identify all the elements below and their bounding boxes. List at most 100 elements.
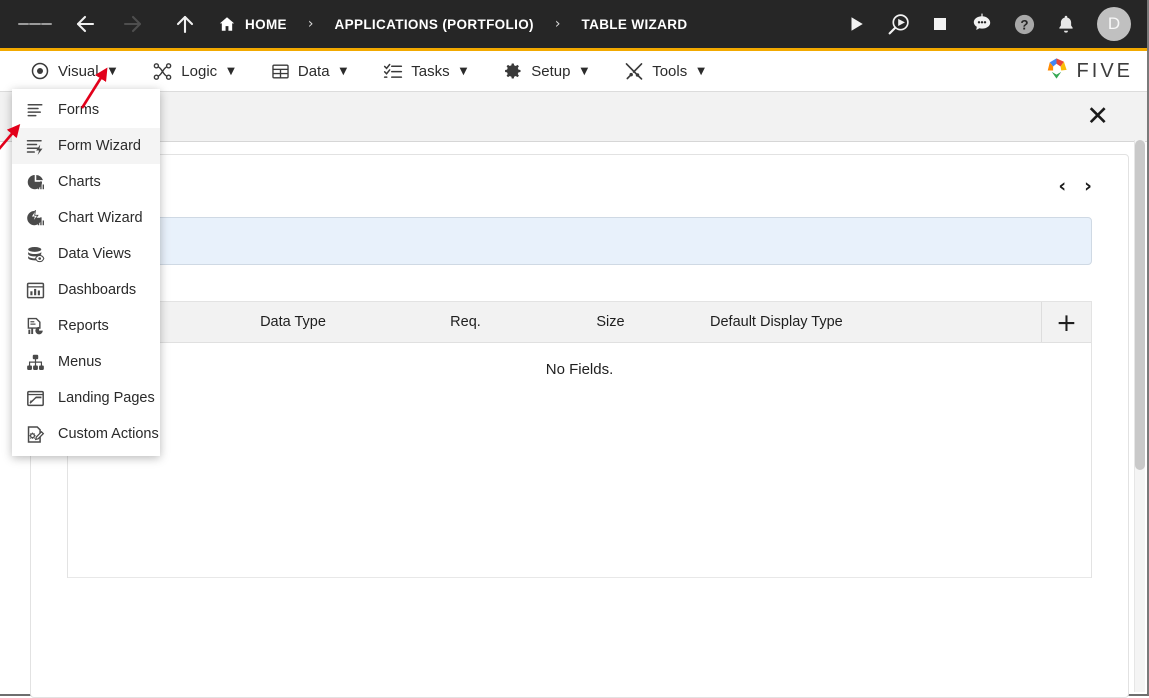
five-brand-logo: FIVE (1043, 55, 1133, 87)
up-arrow-icon[interactable] (168, 7, 202, 41)
fields-grid: Data Type Req. Size Default Display Type… (67, 301, 1092, 578)
empty-state-message: No Fields. (68, 343, 1091, 378)
add-field-button[interactable]: + (1041, 302, 1091, 342)
top-navigation-bar: HOME › APPLICATIONS (PORTFOLIO) › TABLE … (0, 0, 1147, 48)
name-input-label: Name * (84, 227, 1091, 242)
svg-text:?: ? (1020, 17, 1028, 32)
run-icon[interactable] (843, 11, 869, 37)
chart-wizard-icon (25, 208, 45, 228)
hamburger-menu-icon[interactable] (18, 7, 52, 41)
fields-grid-header: Data Type Req. Size Default Display Type… (68, 302, 1091, 343)
logic-nodes-icon (152, 61, 173, 82)
data-views-icon (25, 244, 45, 264)
chevron-down-icon: ▼ (697, 66, 705, 77)
chevron-down-icon: ▼ (227, 66, 235, 77)
menu-item-setup[interactable]: Setup ▼ (485, 51, 606, 91)
dropdown-item-landing-pages[interactable]: Landing Pages (12, 380, 160, 416)
menu-label-visual: Visual (58, 63, 99, 80)
reports-icon (25, 316, 45, 336)
landing-pages-icon (25, 388, 45, 408)
menu-label-data: Data (298, 63, 330, 80)
back-arrow-icon[interactable] (68, 7, 102, 41)
dropdown-item-data-views[interactable]: Data Views (12, 236, 160, 272)
menus-icon (25, 352, 45, 372)
dropdown-label: Form Wizard (58, 138, 141, 154)
custom-actions-icon (25, 424, 45, 444)
forms-icon (25, 100, 45, 120)
breadcrumb-item-home[interactable]: HOME (218, 15, 287, 33)
dropdown-label: Menus (58, 354, 102, 370)
notifications-bell-icon[interactable] (1053, 11, 1079, 37)
chevron-down-icon: ▼ (460, 66, 468, 77)
chatbot-icon[interactable] (969, 11, 995, 37)
vertical-scrollbar[interactable] (1134, 140, 1145, 692)
fields-grid-body: No Fields. (68, 343, 1091, 578)
chevron-down-icon: ▼ (109, 66, 117, 77)
dropdown-item-form-wizard[interactable]: Form Wizard (12, 128, 160, 164)
breadcrumb-item-applications[interactable]: APPLICATIONS (PORTFOLIO) (335, 17, 534, 32)
dropdown-label: Forms (58, 102, 99, 118)
dropdown-item-menus[interactable]: Menus (12, 344, 160, 380)
dropdown-label: Charts (58, 174, 101, 190)
next-record-button[interactable]: › (1084, 175, 1092, 197)
menu-label-tasks: Tasks (411, 63, 449, 80)
menu-item-tasks[interactable]: Tasks ▼ (365, 51, 485, 91)
dropdown-label: Landing Pages (58, 390, 155, 406)
prev-record-button[interactable]: ‹ (1058, 175, 1066, 197)
close-icon[interactable]: ✕ (1086, 103, 1109, 130)
avatar[interactable]: D (1097, 7, 1131, 41)
menu-item-data[interactable]: Data ▼ (253, 51, 365, 91)
menu-item-visual[interactable]: Visual ▼ (12, 51, 134, 91)
stop-icon[interactable] (927, 11, 953, 37)
dropdown-label: Chart Wizard (58, 210, 143, 226)
chevron-down-icon: ▼ (581, 66, 589, 77)
breadcrumb-item-table-wizard[interactable]: TABLE WIZARD (582, 17, 688, 32)
column-header-default-display-type[interactable]: Default Display Type (678, 302, 1041, 342)
breadcrumb: HOME › APPLICATIONS (PORTFOLIO) › TABLE … (218, 15, 687, 33)
tools-icon (624, 61, 644, 81)
dropdown-item-charts[interactable]: Charts (12, 164, 160, 200)
five-wordmark: FIVE (1077, 60, 1133, 83)
column-header-req[interactable]: Req. (388, 302, 543, 342)
dropdown-item-reports[interactable]: Reports (12, 308, 160, 344)
name-input[interactable]: Name * (67, 217, 1092, 265)
menu-label-logic: Logic (181, 63, 217, 80)
dropdown-label: Custom Actions (58, 426, 159, 442)
gear-icon (503, 61, 523, 81)
dropdown-label: Data Views (58, 246, 131, 262)
column-header-data-type[interactable]: Data Type (198, 302, 388, 342)
visual-dropdown-menu: Forms Form Wizard Charts Chart Wizard Da… (12, 89, 160, 456)
eye-icon (30, 61, 50, 81)
record-pager: ‹ › (55, 169, 1104, 203)
top-bar-actions: ? D (843, 7, 1135, 41)
menu-item-tools[interactable]: Tools ▼ (606, 51, 723, 91)
help-icon[interactable]: ? (1011, 11, 1037, 37)
dropdown-item-forms[interactable]: Forms (12, 92, 160, 128)
dropdown-item-chart-wizard[interactable]: Chart Wizard (12, 200, 160, 236)
menu-label-setup: Setup (531, 63, 570, 80)
menu-item-logic[interactable]: Logic ▼ (134, 51, 253, 91)
debug-run-icon[interactable] (885, 11, 911, 37)
charts-icon (25, 172, 45, 192)
chevron-down-icon: ▼ (340, 66, 348, 77)
dropdown-item-custom-actions[interactable]: Custom Actions (12, 416, 160, 452)
workspace: ‹ › Name * Data Type Req. Size Default D… (0, 142, 1147, 694)
breadcrumb-label-home: HOME (245, 17, 287, 32)
panel-header: ✕ (0, 92, 1147, 142)
tasks-list-icon (383, 61, 403, 81)
five-pinwheel-icon (1043, 55, 1070, 87)
forward-arrow-icon[interactable] (116, 7, 150, 41)
menu-label-tools: Tools (652, 63, 687, 80)
table-icon (271, 62, 290, 81)
home-icon (218, 15, 236, 33)
form-wizard-icon (25, 136, 45, 156)
column-header-size[interactable]: Size (543, 302, 678, 342)
breadcrumb-separator: › (308, 16, 314, 32)
application-menu-bar: Visual ▼ Logic ▼ Data ▼ Tasks ▼ Setup ▼ (0, 48, 1147, 92)
table-wizard-card: ‹ › Name * Data Type Req. Size Default D… (30, 154, 1129, 698)
breadcrumb-separator: › (555, 16, 561, 32)
scrollbar-thumb[interactable] (1135, 140, 1145, 470)
dropdown-item-dashboards[interactable]: Dashboards (12, 272, 160, 308)
dropdown-label: Dashboards (58, 282, 136, 298)
dashboards-icon (25, 280, 45, 300)
